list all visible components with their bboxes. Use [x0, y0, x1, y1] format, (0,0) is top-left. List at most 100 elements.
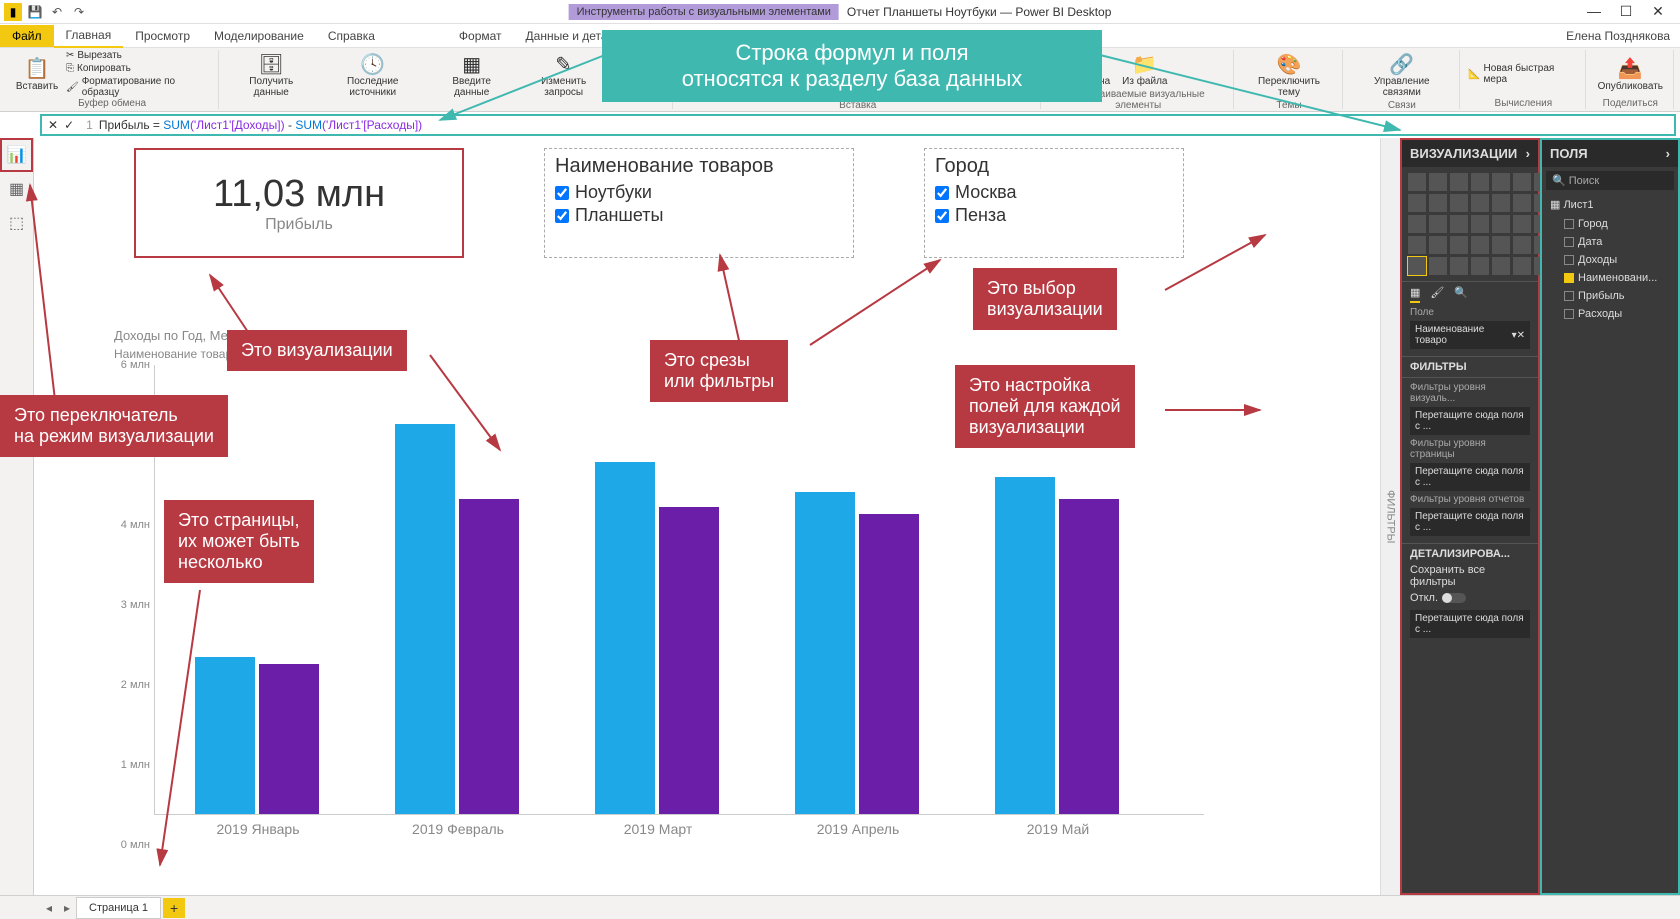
viz-type-icon[interactable]	[1429, 257, 1447, 275]
viz-type-icon[interactable]	[1450, 257, 1468, 275]
from-file-button[interactable]: 📁Из файла	[1118, 50, 1171, 89]
cancel-formula-icon[interactable]: ✕	[48, 118, 58, 132]
close-icon[interactable]: ✕	[1648, 3, 1668, 20]
copy-button[interactable]: ⎘Копировать	[66, 63, 212, 74]
viz-type-icon[interactable]	[1429, 215, 1447, 233]
accept-formula-icon[interactable]: ✓	[64, 118, 74, 132]
viz-type-icon[interactable]	[1408, 194, 1426, 212]
manage-links-button[interactable]: 🔗Управление связями	[1351, 50, 1454, 100]
slicer-item[interactable]: Планшеты	[555, 205, 843, 226]
data-view-button[interactable]: ▦	[0, 172, 33, 206]
viz-type-icon[interactable]	[1429, 194, 1447, 212]
viz-type-icon[interactable]	[1471, 194, 1489, 212]
bar[interactable]	[1059, 499, 1119, 814]
viz-type-icon[interactable]	[1450, 236, 1468, 254]
slicer-city[interactable]: Город Москва Пенза	[924, 148, 1184, 258]
filter-drop-zone[interactable]: Перетащите сюда поля с ...	[1410, 407, 1530, 435]
viz-type-icon[interactable]	[1471, 236, 1489, 254]
minimize-icon[interactable]: ―	[1584, 3, 1604, 20]
bar[interactable]	[259, 664, 319, 814]
slicer-item[interactable]: Ноутбуки	[555, 182, 843, 203]
viz-type-icon[interactable]	[1429, 173, 1447, 191]
switch-theme-button[interactable]: 🎨Переключить тему	[1242, 50, 1335, 100]
field-item[interactable]: Дата	[1542, 233, 1678, 251]
user-name[interactable]: Елена Позднякова	[1566, 29, 1680, 43]
drillthrough-drop-zone[interactable]: Перетащите сюда поля с ...	[1410, 610, 1530, 638]
card-visual[interactable]: 11,03 млн Прибыль	[134, 148, 464, 258]
formula-input[interactable]: 1Прибыль = SUM('Лист1'[Доходы]) - SUM('Л…	[80, 116, 1674, 135]
filters-pane-collapsed[interactable]: ФИЛЬТРЫ	[1380, 138, 1400, 895]
viz-type-icon[interactable]	[1450, 194, 1468, 212]
viz-type-icon[interactable]	[1513, 236, 1531, 254]
field-item[interactable]: Прибыль	[1542, 287, 1678, 305]
viz-type-icon[interactable]	[1492, 236, 1510, 254]
filter-drop-zone[interactable]: Перетащите сюда поля с ...	[1410, 463, 1530, 491]
chevron-right-icon[interactable]: ›	[1666, 146, 1670, 161]
viz-type-icon[interactable]	[1429, 236, 1447, 254]
bar[interactable]	[395, 424, 455, 814]
viz-type-icon[interactable]	[1450, 173, 1468, 191]
tab-help[interactable]: Справка	[316, 25, 387, 47]
publish-button[interactable]: 📤Опубликовать	[1594, 55, 1667, 94]
viz-type-icon[interactable]	[1471, 215, 1489, 233]
viz-type-icon[interactable]	[1492, 257, 1510, 275]
field-item[interactable]: Город	[1542, 215, 1678, 233]
bar[interactable]	[995, 477, 1055, 815]
slicer-item[interactable]: Москва	[935, 182, 1173, 203]
enter-data-button[interactable]: ▦Введите данные	[430, 50, 513, 100]
viz-type-icon[interactable]	[1513, 257, 1531, 275]
model-view-button[interactable]: ⬚	[0, 206, 33, 240]
keep-filters-toggle[interactable]	[1442, 593, 1466, 603]
report-view-button[interactable]: 📊	[0, 138, 33, 172]
formula-bar[interactable]: ✕ ✓ 1Прибыль = SUM('Лист1'[Доходы]) - SU…	[40, 114, 1676, 136]
viz-type-icon[interactable]	[1450, 215, 1468, 233]
new-measure-button[interactable]: 📐Новая быстрая мера	[1468, 63, 1579, 85]
recent-sources-button[interactable]: 🕓Последние источники	[319, 50, 426, 100]
viz-type-icon[interactable]	[1408, 215, 1426, 233]
slicer-product[interactable]: Наименование товаров Ноутбуки Планшеты	[544, 148, 854, 258]
scroll-right-icon[interactable]: ▸	[58, 901, 76, 915]
tab-view[interactable]: Просмотр	[123, 25, 202, 47]
analytics-tab-icon[interactable]: 🔍	[1454, 286, 1468, 303]
scroll-left-icon[interactable]: ◂	[40, 901, 58, 915]
slicer-item[interactable]: Пенза	[935, 205, 1173, 226]
add-page-button[interactable]: +	[163, 898, 185, 918]
field-well-item[interactable]: Наименование товаро▾✕	[1410, 321, 1530, 349]
get-data-button[interactable]: 🗄Получить данные	[227, 50, 315, 100]
bar[interactable]	[859, 514, 919, 814]
viz-type-icon[interactable]	[1513, 173, 1531, 191]
remove-field-icon[interactable]: ✕	[1517, 330, 1525, 341]
redo-icon[interactable]: ↷	[70, 3, 88, 21]
filter-drop-zone[interactable]: Перетащите сюда поля с ...	[1410, 508, 1530, 536]
chevron-right-icon[interactable]: ›	[1526, 146, 1530, 161]
fields-search-input[interactable]: 🔍 Поиск	[1546, 171, 1674, 190]
viz-type-icon[interactable]	[1513, 215, 1531, 233]
bar[interactable]	[659, 507, 719, 815]
field-item[interactable]: Наименовани...	[1542, 269, 1678, 287]
viz-type-icon[interactable]	[1471, 173, 1489, 191]
format-painter-button[interactable]: 🖌Форматирование по образцу	[66, 76, 212, 98]
tab-home[interactable]: Главная	[54, 24, 124, 48]
tab-format[interactable]: Формат	[447, 25, 514, 47]
save-icon[interactable]: 💾	[26, 3, 44, 21]
viz-type-icon[interactable]	[1513, 194, 1531, 212]
viz-type-icon[interactable]	[1408, 173, 1426, 191]
edit-queries-button[interactable]: ✎Изменить запросы	[517, 50, 610, 100]
cut-button[interactable]: ✂Вырезать	[66, 50, 212, 61]
table-item[interactable]: ▦ Лист1	[1542, 194, 1678, 215]
viz-type-icon[interactable]	[1492, 173, 1510, 191]
page-tab[interactable]: Страница 1	[76, 897, 161, 919]
viz-type-icon[interactable]	[1408, 236, 1426, 254]
undo-icon[interactable]: ↶	[48, 3, 66, 21]
field-item[interactable]: Доходы	[1542, 251, 1678, 269]
viz-type-slicer-icon[interactable]	[1408, 257, 1426, 275]
field-item[interactable]: Расходы	[1542, 305, 1678, 323]
tab-file[interactable]: Файл	[0, 25, 54, 47]
maximize-icon[interactable]: ☐	[1616, 3, 1636, 20]
viz-type-icon[interactable]	[1492, 215, 1510, 233]
fields-tab-icon[interactable]: ▦	[1410, 286, 1420, 303]
tab-modeling[interactable]: Моделирование	[202, 25, 316, 47]
format-tab-icon[interactable]: 🖌	[1430, 286, 1444, 303]
bar[interactable]	[795, 492, 855, 815]
paste-button[interactable]: 📋 Вставить	[12, 55, 62, 94]
